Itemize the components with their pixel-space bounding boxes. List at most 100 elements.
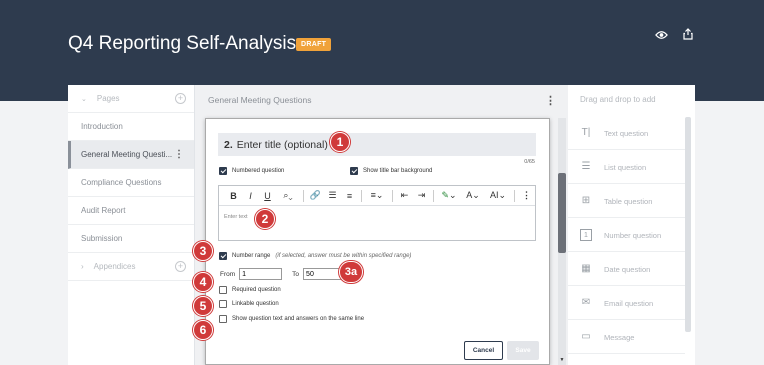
table-question-item[interactable]: ⊞ Table question — [568, 185, 685, 218]
message-icon: ▭ — [581, 331, 591, 342]
same-line-option[interactable]: Show question text and answers on the sa… — [219, 315, 364, 323]
indent-icon[interactable]: ⇥ — [413, 190, 430, 201]
same-line-checkbox[interactable] — [219, 315, 227, 323]
item-label: Email question — [604, 298, 654, 308]
linkable-checkbox[interactable] — [219, 300, 227, 308]
from-label: From — [220, 270, 236, 278]
email-question-item[interactable]: ✉ Email question — [568, 287, 685, 320]
option-label: Number range — [232, 253, 271, 259]
sidebar-item-compliance[interactable]: Compliance Questions — [68, 169, 194, 197]
section-menu-icon[interactable]: ⋮ — [545, 94, 556, 107]
sidebar-item-label: Audit Report — [81, 206, 126, 215]
editor-toolbar: B I U ⌕⌄ 🔗 ☰ ≡ ≡⌄ ⇤ ⇥ ✎⌄ A⌄ AI⌄ ⋮ — [219, 186, 535, 206]
required-option[interactable]: Required question — [219, 286, 281, 294]
link-icon[interactable]: 🔗 — [307, 190, 324, 201]
option-label: Show question text and answers on the sa… — [232, 316, 365, 322]
number-range-option[interactable]: Number range (if selected, answer must b… — [219, 252, 411, 260]
bullet-list-icon[interactable]: ☰ — [324, 190, 341, 201]
title-placeholder: Enter title (optional) — [236, 138, 328, 151]
show-title-bar-checkbox[interactable] — [350, 167, 358, 175]
underline-button[interactable]: U — [259, 191, 276, 201]
pages-header[interactable]: ⌄ Pages + — [68, 85, 194, 113]
envelope-icon: ✉ — [581, 297, 591, 308]
item-label: Message — [604, 332, 635, 342]
more-options-icon[interactable]: ⋮ — [518, 190, 535, 201]
sidebar-item-label: Compliance Questions — [81, 178, 162, 187]
from-input[interactable] — [239, 268, 283, 280]
item-label: Text question — [604, 128, 649, 138]
item-label: Date question — [604, 264, 651, 274]
outdent-icon[interactable]: ⇤ — [396, 190, 413, 201]
option-label: Numbered question — [232, 168, 285, 174]
appendices-label: Appendices — [93, 262, 136, 271]
text-question-item[interactable]: T| Text question — [568, 117, 685, 150]
scrollbar[interactable]: ▼ — [558, 118, 566, 365]
item-label: Table question — [604, 196, 653, 206]
share-icon[interactable] — [683, 27, 693, 45]
add-page-icon[interactable]: + — [175, 93, 186, 104]
list-question-item[interactable]: ☰ List question — [568, 151, 685, 184]
annotation-badge: 3a — [339, 261, 363, 283]
chevron-right-icon: › — [81, 262, 84, 271]
numbered-question-checkbox[interactable] — [219, 167, 227, 175]
cancel-button[interactable]: Cancel — [464, 341, 503, 360]
annotation-badge: 6 — [193, 320, 213, 340]
pages-label: Pages — [96, 94, 120, 103]
sidebar-item-general-meeting[interactable]: General Meeting Questi... ⋮ — [68, 141, 194, 169]
appendices-header[interactable]: › Appendices + — [68, 253, 194, 281]
list-icon: ☰ — [581, 161, 591, 172]
char-counter: 0/65 — [524, 159, 535, 165]
kebab-menu-icon[interactable]: ⋮ — [174, 149, 184, 160]
annotation-badge: 2 — [255, 209, 275, 229]
numbered-list-icon[interactable]: ≡ — [341, 191, 358, 201]
question-types-panel: Drag and drop to add T| Text question ☰ Li… — [568, 85, 695, 365]
draft-badge: DRAFT — [296, 38, 332, 51]
number-range-checkbox[interactable] — [219, 252, 227, 260]
divider — [433, 189, 434, 202]
divider — [303, 189, 304, 202]
align-icon[interactable]: ≡⌄ — [365, 190, 389, 201]
add-appendix-icon[interactable]: + — [175, 261, 186, 272]
scrollbar-thumb[interactable] — [558, 173, 566, 253]
to-label: To — [292, 270, 300, 278]
eye-icon[interactable] — [655, 27, 668, 45]
text-style-icon[interactable]: AI⌄ — [485, 190, 511, 201]
annotation-badge: 4 — [193, 272, 213, 292]
highlight-icon[interactable]: ✎⌄ — [437, 190, 461, 201]
sidebar-item-audit-report[interactable]: Audit Report — [68, 197, 194, 225]
drag-drop-header: Drag and drop to add — [580, 95, 656, 104]
item-label: Number question — [604, 230, 662, 240]
show-title-bar-option[interactable]: Show title bar background — [350, 167, 432, 175]
font-size-label: A — [466, 190, 473, 200]
question-title-input[interactable]: 2. Enter title (optional) — [218, 133, 536, 156]
message-item[interactable]: ▭ Message — [568, 321, 685, 354]
italic-button[interactable]: I — [242, 191, 259, 201]
annotation-badge: 3 — [193, 241, 213, 261]
sidebar-item-label: Introduction — [81, 122, 123, 131]
required-checkbox[interactable] — [219, 286, 227, 294]
numbered-question-option[interactable]: Numbered question — [219, 167, 284, 175]
editor-placeholder: Enter text — [224, 214, 248, 220]
sidebar-item-submission[interactable]: Submission — [68, 225, 194, 253]
scroll-down-icon[interactable]: ▼ — [558, 357, 566, 363]
sidebar-item-label: Submission — [81, 234, 123, 243]
date-question-item[interactable]: ▦ Date question — [568, 253, 685, 286]
number-question-item[interactable]: 1 Number question — [568, 219, 685, 252]
divider — [361, 189, 362, 202]
sidebar-item-label: General Meeting Questi... — [81, 150, 173, 159]
pages-sidebar: ⌄ Pages + Introduction General Meeting Q… — [68, 85, 195, 365]
find-replace-icon[interactable]: ⌕⌄ — [276, 190, 300, 201]
scrollbar[interactable] — [685, 117, 691, 332]
calendar-icon: ▦ — [581, 263, 591, 274]
linkable-option[interactable]: Linkable question — [219, 300, 279, 308]
font-size-icon[interactable]: A⌄ — [461, 190, 485, 201]
option-label: Show title bar background — [363, 168, 433, 174]
sidebar-item-introduction[interactable]: Introduction — [68, 113, 194, 141]
range-hint: (if selected, answer must be within spec… — [275, 253, 412, 259]
editor-panel: General Meeting Questions ⋮ 2. Enter tit… — [195, 85, 568, 365]
bold-button[interactable]: B — [225, 191, 242, 201]
divider — [514, 189, 515, 202]
option-label: Required question — [232, 287, 281, 293]
range-inputs: From To — [220, 268, 347, 280]
save-button[interactable]: Save — [507, 341, 539, 360]
